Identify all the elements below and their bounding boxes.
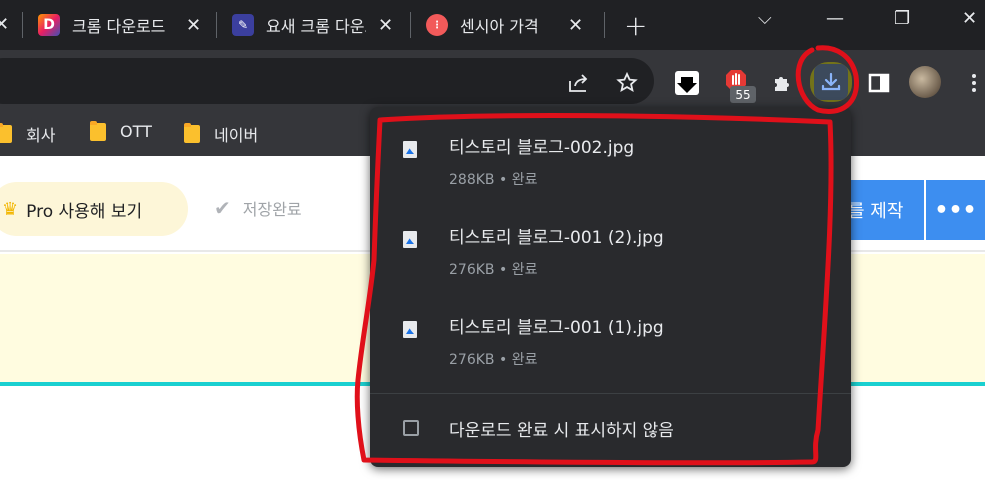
tab-separator [604, 12, 605, 38]
make-button-label: 를 제작 [848, 201, 904, 222]
tab-sensia-price[interactable]: ⋮ 센시아 가격 ✕ [426, 8, 606, 42]
download-meta: 276KB • 완료 [449, 262, 538, 278]
try-pro-label: Pro 사용해 보기 [26, 201, 143, 222]
tab-title: 요새 크롬 다운로드 [266, 17, 366, 36]
close-tab-icon[interactable]: ✕ [186, 15, 201, 36]
d-logo-icon: D [38, 14, 60, 36]
download-meta: 288KB • 완료 [449, 172, 538, 188]
extension-badge: 55 [730, 86, 756, 103]
image-file-icon [403, 321, 417, 338]
bookmark-folder-ott[interactable]: OTT [90, 120, 152, 141]
close-tab-icon[interactable]: ✕ [568, 15, 583, 36]
bookmark-star-icon[interactable] [614, 70, 640, 96]
address-bar[interactable] [0, 58, 654, 104]
tab-separator [410, 12, 411, 38]
side-panel-icon[interactable] [866, 70, 892, 96]
bookmark-folder-company[interactable]: 회사 [0, 122, 55, 146]
download-extension-icon[interactable] [672, 68, 702, 98]
red-circle-icon: ⋮ [426, 14, 448, 36]
folder-icon [184, 123, 200, 143]
bookmark-folder-naver[interactable]: 네이버 [184, 122, 258, 146]
download-filename: 티스토리 블로그-002.jpg [449, 138, 635, 158]
download-item[interactable]: 티스토리 블로그-002.jpg 288KB • 완료 [370, 107, 851, 195]
tab-title: 크롬 다운로드 [72, 17, 166, 36]
check-icon: ✔ [214, 196, 231, 220]
restore-icon[interactable]: ❐ [894, 8, 910, 29]
folder-icon [0, 123, 12, 143]
tab-search-icon[interactable]: ⌵ [758, 8, 772, 29]
divider [370, 393, 851, 394]
download-icon[interactable] [814, 64, 848, 100]
close-tab-icon[interactable]: ✕ [0, 14, 9, 35]
downloads-bubble: 티스토리 블로그-002.jpg 288KB • 완료 티스토리 블로그-001… [370, 107, 851, 467]
blue-app-icon: ✎ [232, 14, 254, 36]
extensions-puzzle-icon[interactable] [770, 70, 796, 96]
tab-chrome-download-2[interactable]: ✎ 요새 크롬 다운로드 ✕ [232, 8, 412, 42]
close-tab-icon[interactable]: ✕ [378, 15, 393, 36]
bookmark-label: OTT [120, 122, 152, 141]
tab-strip: ✕ D 크롬 다운로드 ✕ ✎ 요새 크롬 다운로드 ✕ ⋮ 센시아 가격 ✕ … [0, 0, 985, 50]
tab-separator [22, 12, 23, 38]
tab-title: 센시아 가격 [460, 17, 539, 36]
image-file-icon [403, 231, 417, 248]
download-item[interactable]: 티스토리 블로그-001 (1).jpg 276KB • 완료 [370, 287, 851, 375]
download-filename: 티스토리 블로그-001 (2).jpg [449, 228, 664, 248]
tab-chrome-download[interactable]: D 크롬 다운로드 ✕ [38, 8, 218, 42]
window-close-icon[interactable]: ✕ [962, 8, 977, 29]
share-icon[interactable] [566, 70, 592, 96]
download-meta: 276KB • 완료 [449, 352, 538, 368]
saved-status: ✔ 저장완료 [214, 196, 302, 220]
profile-avatar[interactable] [909, 66, 941, 98]
menu-kebab-icon[interactable] [964, 70, 984, 96]
minimize-icon[interactable]: — [826, 8, 844, 29]
crown-icon: ♛ [2, 198, 19, 220]
download-filename: 티스토리 블로그-001 (1).jpg [449, 318, 664, 338]
try-pro-button[interactable]: ♛ Pro 사용해 보기 [0, 182, 188, 236]
more-options-button[interactable]: ••• [926, 180, 985, 240]
tab-separator [216, 12, 217, 38]
dont-show-checkbox[interactable] [403, 420, 419, 436]
image-file-icon [403, 141, 417, 158]
new-tab-icon[interactable]: + [624, 9, 647, 42]
saved-status-label: 저장완료 [242, 200, 302, 219]
dont-show-label: 다운로드 완료 시 표시하지 않음 [449, 421, 674, 441]
folder-icon [90, 120, 106, 141]
bookmark-label: 회사 [26, 126, 56, 145]
download-item[interactable]: 티스토리 블로그-001 (2).jpg 276KB • 완료 [370, 197, 851, 285]
bookmark-label: 네이버 [214, 126, 259, 145]
